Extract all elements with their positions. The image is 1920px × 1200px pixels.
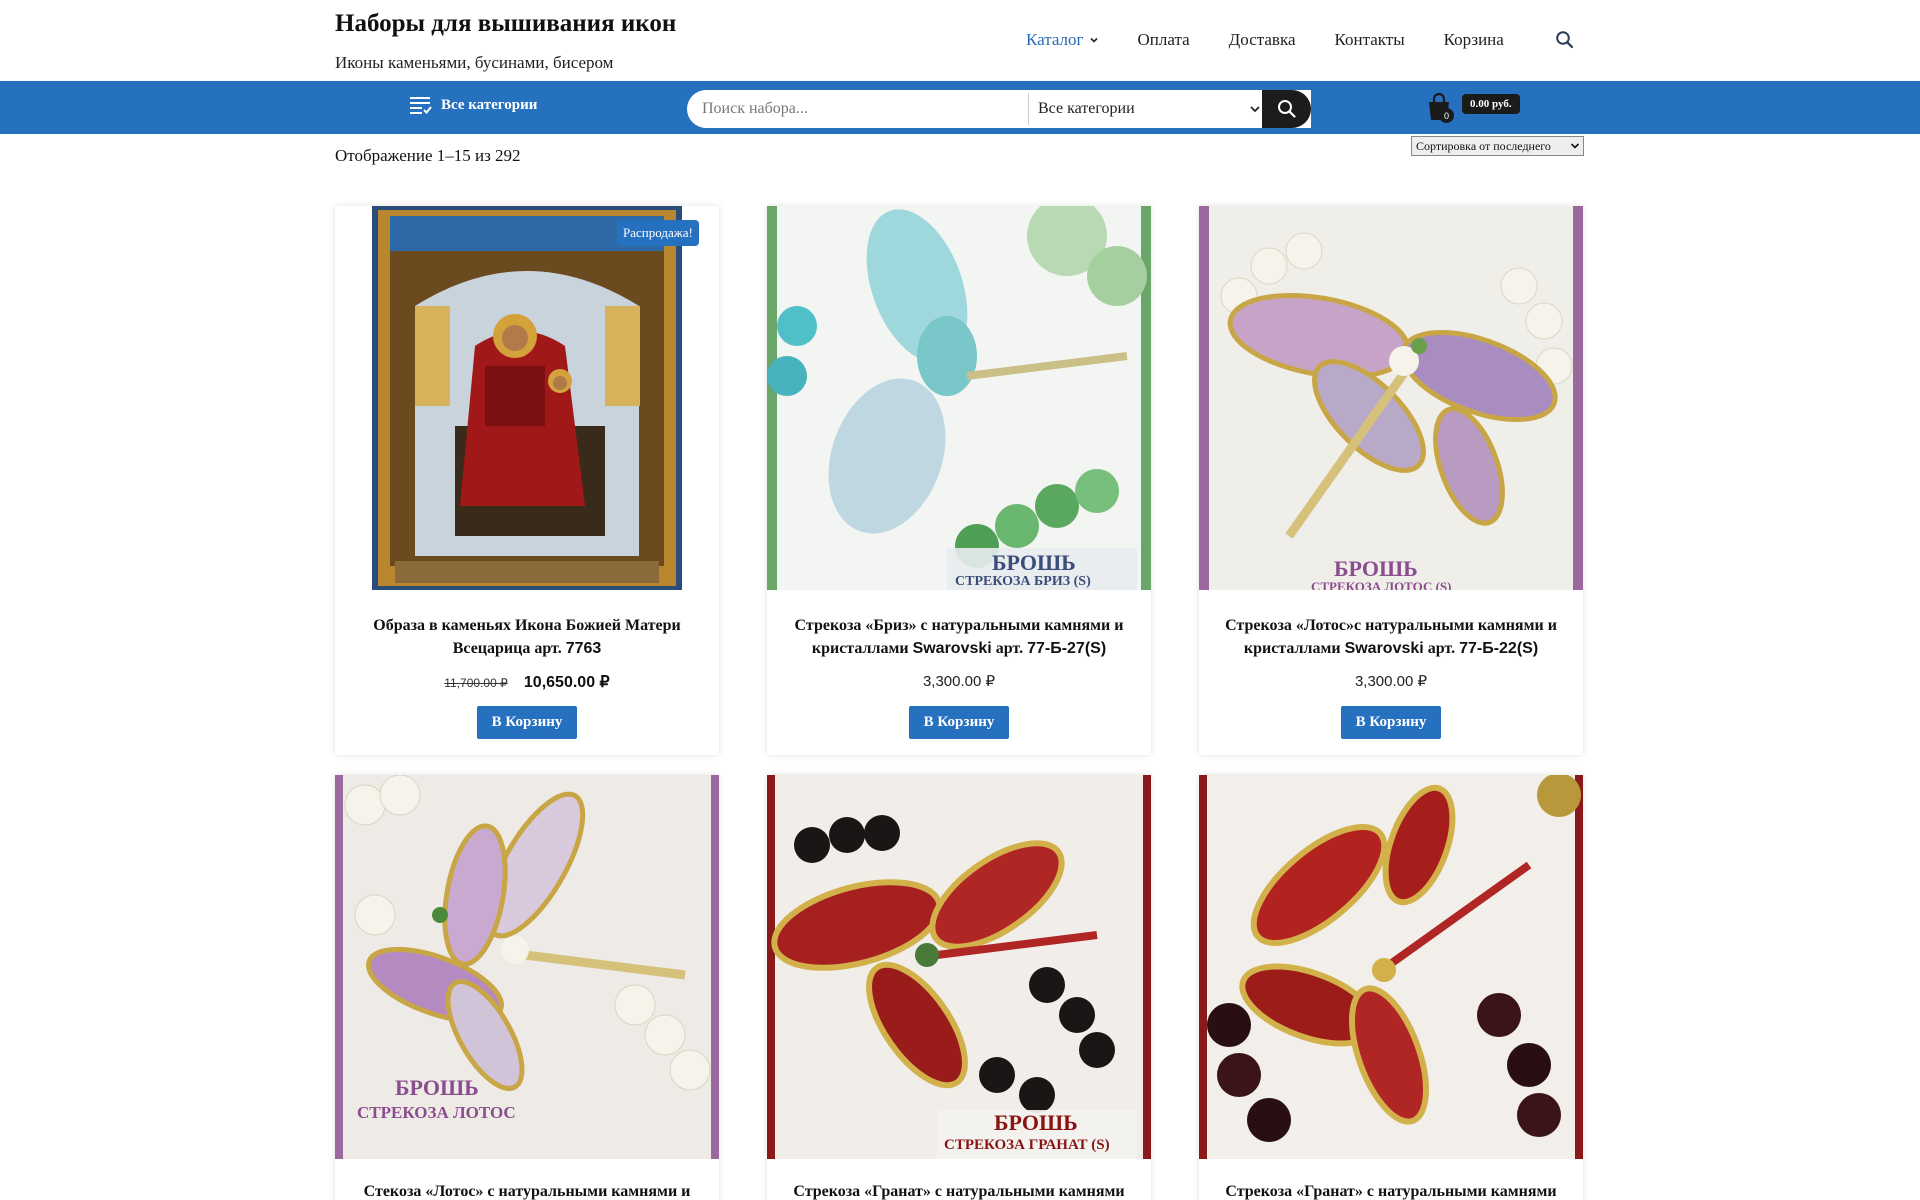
price-old: 11,700.00 ₽ — [444, 676, 508, 690]
product-image[interactable] — [1199, 775, 1583, 1159]
search-button[interactable] — [1262, 90, 1311, 128]
all-categories-button[interactable]: Все категории — [410, 95, 537, 115]
sort-select[interactable]: Сортировка от последнего — [1411, 136, 1584, 156]
product-price: 3,300.00 ₽ — [767, 672, 1151, 690]
site-tagline: Иконы каменьями, бусинами, бисером — [335, 53, 614, 72]
image-caption: БРОШЬ — [994, 1110, 1078, 1135]
image-caption: СТРЕКОЗА БРИЗ (S) — [955, 574, 1091, 589]
product-card[interactable]: БРОШЬ СТРЕКОЗА ЛОТОС Стекоза «Лотос» с н… — [335, 775, 719, 1200]
image-caption: СТРЕКОЗА ГРАНАТ (S) — [944, 1137, 1110, 1153]
product-price: 11,700.00 ₽ 10,650.00 ₽ — [335, 672, 719, 692]
product-image[interactable]: БРОШЬ СТРЕКОЗА ГРАНАТ (S) — [767, 775, 1151, 1159]
product-card[interactable]: БРОШЬ СТРЕКОЗА ГРАНАТ (S) Стрекоза «Гран… — [767, 775, 1151, 1200]
product-price: 3,300.00 ₽ — [1199, 672, 1583, 690]
site-title[interactable]: Наборы для вышивания икон — [335, 10, 676, 38]
search-form: Все категории — [687, 90, 1311, 128]
image-caption: БРОШЬ — [395, 1075, 479, 1100]
price-regular: 3,300.00 ₽ — [1354, 673, 1428, 690]
search-icon — [1277, 100, 1296, 118]
nav-item-catalog[interactable]: Каталог — [1026, 30, 1099, 50]
nav-item-payment[interactable]: Оплата — [1138, 30, 1190, 50]
product-card[interactable]: БРОШЬ СТРЕКОЗА БРИЗ (S) Стрекоза «Бриз» … — [767, 206, 1151, 755]
product-image[interactable]: БРОШЬ СТРЕКОЗА ЛОТОС (S) — [1199, 206, 1583, 590]
price-sale: 10,650.00 ₽ — [523, 674, 610, 691]
nav-item-label: Каталог — [1026, 30, 1084, 49]
search-icon[interactable] — [1555, 30, 1575, 50]
product-image[interactable]: БРОШЬ СТРЕКОЗА ЛОТОС — [335, 775, 719, 1159]
nav-item-label: Корзина — [1443, 30, 1504, 49]
product-title[interactable]: Стекоза «Лотос» с натуральными камнями и — [355, 1180, 699, 1200]
nav-item-label: Доставка — [1228, 30, 1296, 49]
nav-item-label: Оплата — [1137, 30, 1190, 49]
chevron-down-icon — [1089, 37, 1098, 43]
nav-item-label: Контакты — [1334, 30, 1405, 49]
image-caption: СТРЕКОЗА ЛОТОС (S) — [1311, 579, 1452, 590]
chevron-down-icon — [1570, 143, 1580, 149]
image-caption: БРОШЬ — [992, 550, 1076, 575]
category-select-value: Все категории — [1038, 100, 1135, 117]
image-caption: СТРЕКОЗА ЛОТОС — [357, 1103, 516, 1122]
product-title[interactable]: Стрекоза «Бриз» с натуральными камнями и… — [787, 614, 1131, 660]
product-title[interactable]: Стрекоза «Гранат» с натуральными камнями… — [1219, 1180, 1563, 1200]
add-to-cart-button[interactable]: В Корзину — [1341, 706, 1441, 739]
product-card[interactable]: БРОШЬ СТРЕКОЗА ЛОТОС (S) Стрекоза «Лотос… — [1199, 206, 1583, 755]
product-title[interactable]: Стрекоза «Гранат» с натуральными камнями… — [787, 1180, 1131, 1200]
nav-item-contacts[interactable]: Контакты — [1335, 30, 1405, 50]
nav-item-delivery[interactable]: Доставка — [1229, 30, 1296, 50]
result-count: Отображение 1–15 из 292 — [335, 146, 521, 165]
category-search-bar: Все категории Все категории — [0, 81, 1920, 134]
product-title[interactable]: Стрекоза «Лотос»с натуральными камнями и… — [1219, 614, 1563, 660]
chevron-down-icon — [1250, 106, 1260, 113]
price-regular: 3,300.00 ₽ — [922, 673, 996, 690]
product-card[interactable]: Стрекоза «Гранат» с натуральными камнями… — [1199, 775, 1583, 1200]
product-image[interactable] — [335, 206, 719, 590]
sort-select-value: Сортировка от последнего — [1416, 138, 1551, 153]
category-select[interactable]: Все категории — [1028, 93, 1269, 125]
product-title[interactable]: Образа в каменьях Икона Божией Матери Вс… — [355, 614, 699, 660]
list-icon — [410, 97, 432, 114]
cart-count-badge: 0 — [1439, 108, 1454, 123]
search-input[interactable] — [702, 90, 1032, 128]
add-to-cart-button[interactable]: В Корзину — [477, 706, 577, 739]
sale-badge: Распродажа! — [617, 220, 699, 246]
nav-item-cart[interactable]: Корзина — [1444, 30, 1504, 50]
product-image[interactable]: БРОШЬ СТРЕКОЗА БРИЗ (S) — [767, 206, 1151, 590]
add-to-cart-button[interactable]: В Корзину — [909, 706, 1009, 739]
all-categories-label: Все категории — [441, 96, 538, 113]
site-header: Наборы для вышивания икон Иконы каменьям… — [0, 0, 1920, 81]
main-nav: Каталог Оплата Доставка Контакты Корзина — [1026, 28, 1543, 52]
product-card[interactable]: Распродажа! Образа в каменьях Икона Божи… — [335, 206, 719, 755]
cart-total[interactable]: 0.00 руб. — [1462, 94, 1520, 114]
